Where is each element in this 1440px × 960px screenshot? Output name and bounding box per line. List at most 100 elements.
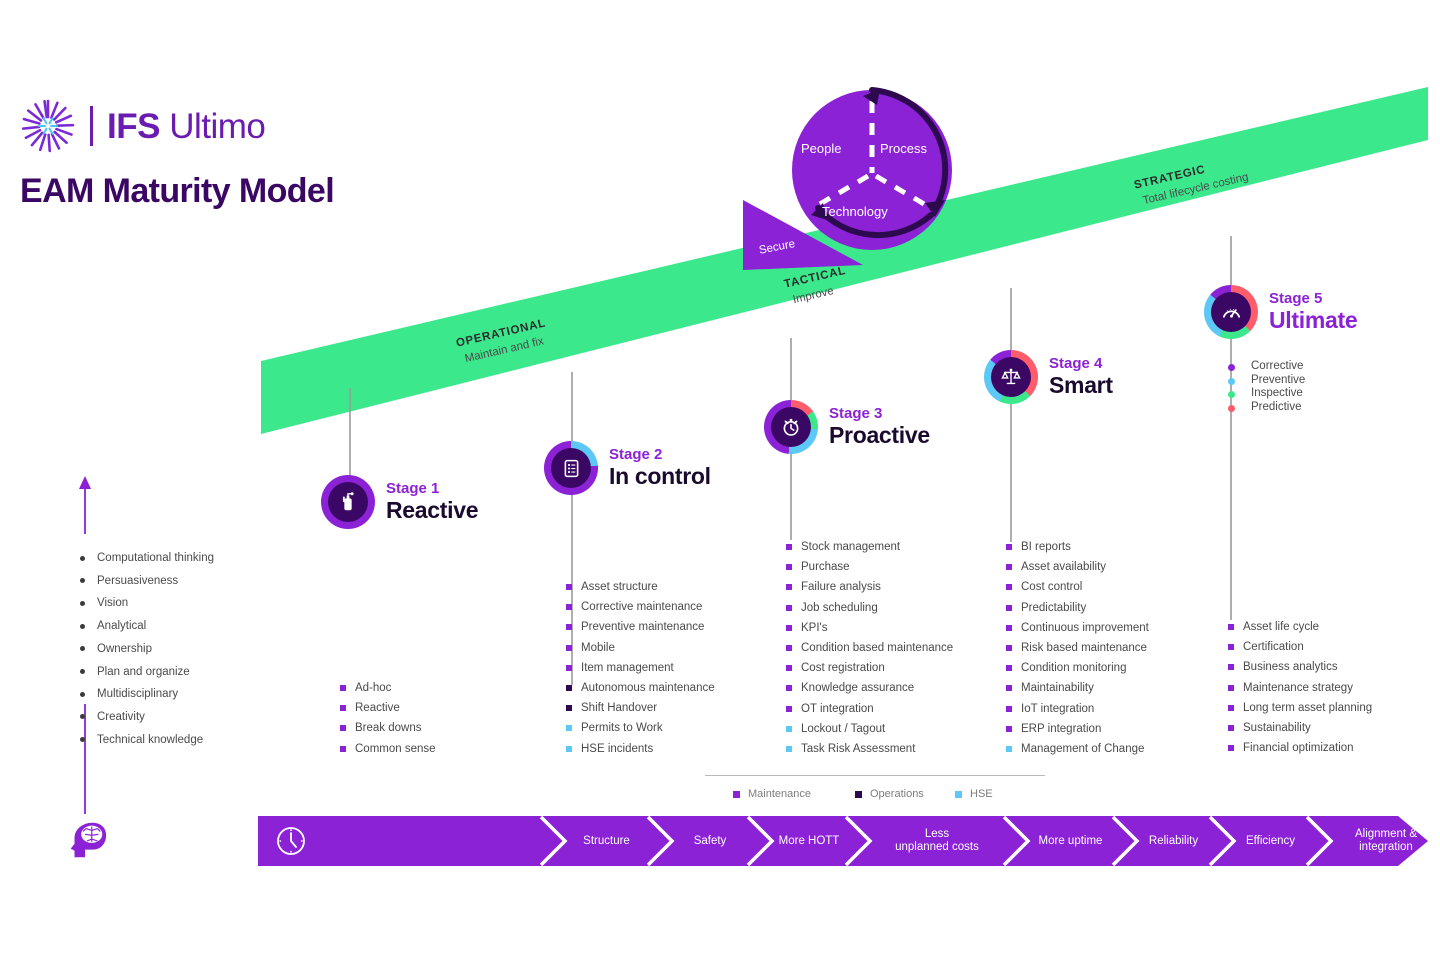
legend-label: HSE (970, 788, 993, 800)
stage-name-5: Ultimate (1269, 307, 1358, 334)
clipboard-checklist-icon (564, 459, 578, 477)
list-item: Computational thinking (80, 547, 214, 570)
benefit-step-less-unplanned-costs[interactable]: Less unplanned costs (870, 816, 1004, 866)
list-item: Technical knowledge (80, 729, 214, 752)
stage-header-5[interactable]: Stage 5 Ultimate (1204, 285, 1358, 339)
brand-name: IFS Ultimo (107, 106, 266, 146)
list-item: KPI's (786, 618, 953, 638)
legend-item: Preventive (1228, 374, 1305, 388)
list-item: Risk based maintenance (1006, 638, 1149, 658)
brand-lockup: IFS Ultimo (20, 98, 266, 154)
list-item: Stock management (786, 537, 953, 557)
benefit-step-structure[interactable]: Structure (565, 816, 648, 866)
list-item: Break downs (340, 718, 436, 738)
list-item: Business analytics (1228, 657, 1372, 677)
stage-name-1: Reactive (386, 497, 479, 524)
list-item: Ad-hoc (340, 678, 436, 698)
stage-name-3: Proactive (829, 422, 930, 449)
legend-item-hse: HSE (955, 788, 993, 800)
cycle-label-process: Process (880, 141, 927, 156)
list-item: Condition monitoring (1006, 658, 1149, 678)
list-item: Purchase (786, 557, 953, 577)
stage-name-2: In control (609, 463, 711, 490)
stage-block-2: Stage 2 In control (544, 441, 711, 495)
list-item: Maintainability (1006, 678, 1149, 698)
speedometer-gauge-icon (1222, 308, 1240, 318)
stage-header-3[interactable]: Stage 3 Proactive (764, 400, 930, 454)
stage5-maintenance-type-legend: Corrective Preventive Inspective Predict… (1228, 360, 1305, 414)
list-item: Financial optimization (1228, 738, 1372, 758)
people-process-technology-cycle: People Process Technology (785, 83, 960, 258)
list-item: Predictability (1006, 598, 1149, 618)
list-item: Cost registration (786, 658, 953, 678)
stage-icon-ring-3 (764, 400, 818, 454)
stage-feature-list-3: Stock management Purchase Failure analys… (786, 537, 953, 759)
list-item: Asset structure (566, 577, 715, 597)
list-item: Mobile (566, 638, 715, 658)
list-item: Management of Change (1006, 739, 1149, 759)
benefit-step-safety[interactable]: Safety (672, 816, 748, 866)
list-item: Analytical (80, 615, 214, 638)
stage-number-3: Stage 3 (829, 405, 883, 423)
list-item: Job scheduling (786, 598, 953, 618)
brand-prefix: IFS (107, 106, 160, 146)
list-item: HSE incidents (566, 739, 715, 759)
stage-name-4: Smart (1049, 372, 1113, 399)
infographic-canvas: OPERATIONAL Maintain and fix TACTICAL Im… (0, 0, 1440, 960)
list-item: Plan and organize (80, 661, 214, 684)
stage-block-3: Stage 3 Proactive (764, 400, 930, 454)
legend-item: Predictive (1228, 401, 1305, 415)
benefit-step-more-uptime[interactable]: More uptime (1028, 816, 1113, 866)
list-item: Item management (566, 658, 715, 678)
list-item: Multidisciplinary (80, 683, 214, 706)
list-item: Maintenance strategy (1228, 678, 1372, 698)
list-item: Asset availability (1006, 557, 1149, 577)
legend-swatch-operations (855, 790, 862, 798)
stage-block-5: Stage 5 Ultimate (1204, 285, 1358, 339)
benefit-step-efficiency[interactable]: Efficiency (1234, 816, 1307, 866)
stage-icon-ring-2 (544, 441, 598, 495)
list-item: OT integration (786, 699, 953, 719)
stage-icon-ring-4 (984, 350, 1038, 404)
cycle-label-technology: Technology (822, 204, 888, 219)
list-item: Corrective maintenance (566, 597, 715, 617)
stage-feature-list-4: BI reports Asset availability Cost contr… (1006, 537, 1149, 759)
stage-title-group-1: Stage 1 Reactive (386, 480, 479, 524)
stage-feature-list-5: Asset life cycle Certification Business … (1228, 617, 1372, 758)
stage-title-group-5: Stage 5 Ultimate (1269, 290, 1358, 334)
stage-number-1: Stage 1 (386, 480, 440, 498)
list-item: Vision (80, 592, 214, 615)
list-item: Autonomous maintenance (566, 678, 715, 698)
list-item: Permits to Work (566, 718, 715, 738)
stage-header-4[interactable]: Stage 4 Smart (984, 350, 1113, 404)
cycle-label-people: People (801, 141, 842, 156)
list-item: IoT integration (1006, 699, 1149, 719)
legend-label: Operations (870, 788, 924, 800)
stage-block-4: Stage 4 Smart (984, 350, 1113, 404)
clock-icon (277, 827, 305, 855)
benefit-step-reliability[interactable]: Reliability (1137, 816, 1210, 866)
stage-header-2[interactable]: Stage 2 In control (544, 441, 711, 495)
fire-extinguisher-icon (342, 492, 354, 511)
stage-title-group-3: Stage 3 Proactive (829, 405, 930, 449)
list-item: BI reports (1006, 537, 1149, 557)
brand-suffix: Ultimo (169, 106, 266, 146)
legend-item-operations: Operations (855, 788, 955, 800)
stage-header-1[interactable]: Stage 1 Reactive (321, 475, 479, 529)
list-item: Lockout / Tagout (786, 719, 953, 739)
legend-swatch-maintenance (733, 790, 740, 798)
list-item: Ownership (80, 638, 214, 661)
stage-feature-list-2: Asset structure Corrective maintenance P… (566, 577, 715, 759)
benefit-step-more-hott[interactable]: More HOTT (772, 816, 846, 866)
head-with-brain-icon (70, 822, 107, 858)
legend-divider (705, 775, 1045, 776)
benefit-step-alignment-integration[interactable]: Alignment & integration (1331, 816, 1440, 866)
stage-number-2: Stage 2 (609, 446, 663, 464)
list-item: Shift Handover (566, 698, 715, 718)
list-item: Sustainability (1228, 718, 1372, 738)
page-title: EAM Maturity Model (20, 172, 335, 210)
ramp-label-strategic: STRATEGIC Total lifecycle costing (1133, 155, 1250, 209)
ramp-label-operational: OPERATIONAL Maintain and fix (455, 317, 551, 366)
stage-title-group-4: Stage 4 Smart (1049, 355, 1113, 399)
alarm-clock-icon (783, 418, 799, 436)
